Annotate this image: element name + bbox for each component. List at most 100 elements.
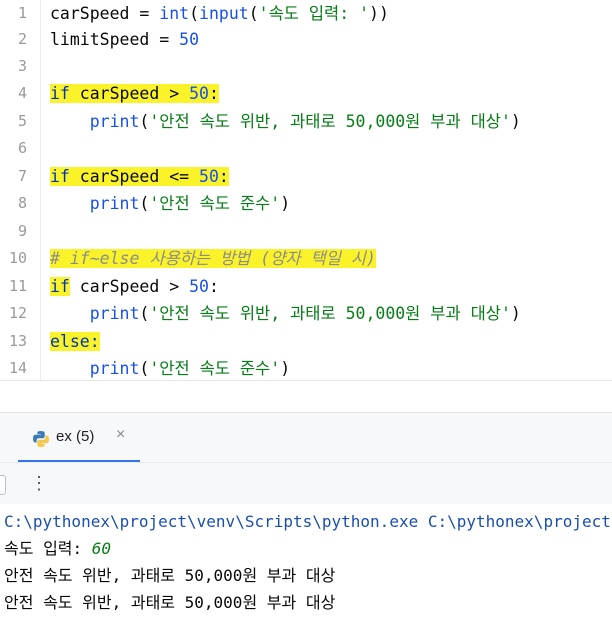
line-number: 4 [17,84,27,102]
code-token: ) [280,359,291,378]
code-token: '안전 속도 위반, 과태로 50,000원 부과 대상' [149,304,511,323]
code-token: print [89,359,140,378]
code-token: if [50,84,70,103]
code-token: 50 [189,277,209,296]
console-prompt: 속도 입력: [4,539,92,558]
code-text[interactable]: limitSpeed = 50 [50,26,199,53]
code-token: ( [139,304,150,323]
toolbar-button[interactable] [0,475,6,495]
code-text[interactable]: print('안전 속도 위반, 과태로 50,000원 부과 대상') [50,108,521,135]
run-tab[interactable]: ex (5) × [18,413,140,463]
code-token: ( [139,194,150,213]
line-number: 7 [17,167,27,185]
code-line[interactable]: 6 [0,135,612,162]
line-number: 8 [17,194,27,212]
code-line[interactable]: 12 print('안전 속도 위반, 과태로 50,000원 부과 대상') [0,300,612,327]
code-text[interactable]: carSpeed = int(input('속도 입력: ')) [50,0,389,27]
code-line[interactable]: 7 if carSpeed <= 50: [0,163,612,190]
code-line[interactable]: 9 [0,218,612,245]
code-token: : [208,84,219,103]
console-output[interactable]: C:\pythonex\project\venv\Scripts\python.… [0,504,612,624]
run-tab-label: ex (5) [56,428,95,445]
code-token: : [218,167,229,186]
line-number: 2 [17,30,27,48]
console-user-input: 60 [91,539,112,558]
console-output-line: 안전 속도 위반, 과태로 50,000원 부과 대상 [4,566,336,585]
line-number: 1 [17,4,27,22]
code-text[interactable]: if carSpeed > 50: [50,273,219,300]
line-number: 9 [17,222,27,240]
code-token: '안전 속도 준수' [149,194,281,213]
panel-splitter[interactable] [0,380,612,413]
code-token: input [199,4,249,23]
code-token: : [208,277,219,296]
code-line[interactable]: 5 print('안전 속도 위반, 과태로 50,000원 부과 대상') [0,108,612,135]
console-command-line: C:\pythonex\project\venv\Scripts\python.… [4,512,611,531]
code-token: ( [139,359,150,378]
code-line[interactable]: 1 carSpeed = int(input('속도 입력: ')) [0,0,612,27]
code-text[interactable]: print('안전 속도 준수') [50,355,290,380]
run-toolbar: ⋮ [0,462,612,505]
run-panel-header: ex (5) × [0,412,612,463]
line-number: 14 [8,359,27,377]
code-token: ( [189,4,200,23]
line-number: 5 [17,112,27,130]
code-line[interactable]: 11 if carSpeed > 50: [0,273,612,300]
code-text[interactable]: print('안전 속도 준수') [50,190,290,217]
code-token: ( [248,4,259,23]
code-token: '안전 속도 위반, 과태로 50,000원 부과 대상' [149,112,511,131]
code-line[interactable]: 13 else: [0,328,612,355]
code-token: carSpeed <= [69,167,200,186]
console-prompt-line: 속도 입력: 60 [4,535,111,562]
code-line[interactable]: 3 [0,53,612,80]
code-token: print [89,304,140,323]
code-text[interactable]: if carSpeed > 50: [50,80,219,107]
console-output-line: 안전 속도 위반, 과태로 50,000원 부과 대상 [4,593,336,612]
code-token: 50 [199,167,219,186]
code-token: )) [369,4,389,23]
comment-token: # if~else 사용하는 방법 (양자 택일 시) [50,249,376,268]
line-number: 3 [17,57,27,75]
code-token: 50 [179,30,200,49]
code-token: carSpeed = [50,4,160,23]
code-token: ( [139,112,150,131]
code-token: '안전 속도 준수' [149,359,281,378]
code-token: if [50,277,70,296]
code-line[interactable]: 14 print('안전 속도 준수') [0,355,612,380]
code-token: '속도 입력: ' [258,4,370,23]
line-number: 10 [8,249,27,267]
code-token: limitSpeed = [50,30,180,49]
code-line[interactable]: 4 if carSpeed > 50: [0,80,612,107]
line-number: 12 [8,304,27,322]
python-icon [33,431,49,447]
code-token: print [89,194,140,213]
close-icon[interactable]: × [116,426,125,444]
more-options-icon[interactable]: ⋮ [30,473,48,493]
code-line[interactable]: 8 print('안전 속도 준수') [0,190,612,217]
code-text[interactable]: if carSpeed <= 50: [50,163,229,190]
code-editor[interactable]: 1 carSpeed = int(input('속도 입력: ')) 2 lim… [0,0,612,380]
code-token: print [89,112,140,131]
code-token: ) [510,304,521,323]
line-number: 6 [17,139,27,157]
code-line[interactable]: 2 limitSpeed = 50 [0,26,612,53]
code-token: else: [50,332,100,351]
code-token: carSpeed > [69,277,190,296]
code-token: 50 [189,84,209,103]
code-text[interactable]: # if~else 사용하는 방법 (양자 택일 시) [50,245,376,272]
line-number: 13 [8,332,27,350]
highlight-mark: if carSpeed > 50: [50,84,219,103]
code-token: ) [510,112,521,131]
highlight-mark: if carSpeed <= 50: [50,167,229,186]
code-token: carSpeed > [69,84,190,103]
code-text[interactable]: else: [50,328,100,355]
code-text[interactable]: print('안전 속도 위반, 과태로 50,000원 부과 대상') [50,300,521,327]
code-token: int [159,4,190,23]
line-number: 11 [8,277,27,295]
code-token: if [50,167,70,186]
code-line[interactable]: 10 # if~else 사용하는 방법 (양자 택일 시) [0,245,612,272]
